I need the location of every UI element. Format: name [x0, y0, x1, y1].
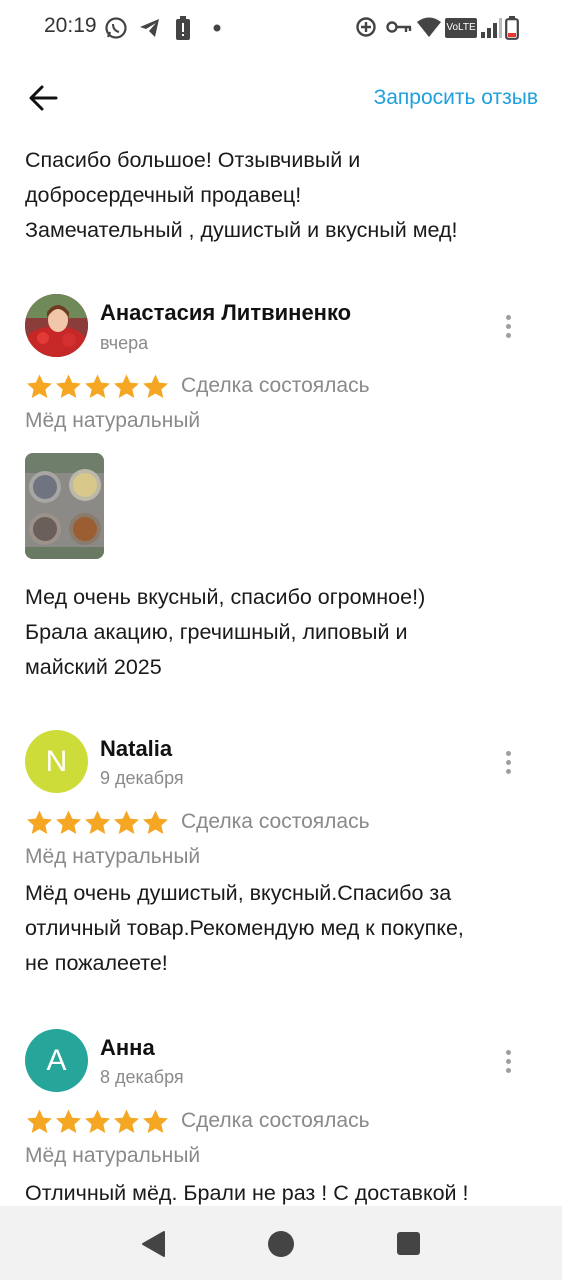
battery-saver-icon — [176, 16, 190, 40]
star-icon — [114, 810, 139, 834]
product-name: Мёд натуральный — [25, 845, 201, 868]
top-bar: Запросить отзыв — [0, 70, 562, 126]
system-nav-bar — [0, 1206, 562, 1280]
star-icon — [114, 1109, 139, 1133]
review-photo-image — [25, 453, 104, 559]
text-line: Мед очень вкусный, спасибо огромное!) — [25, 585, 426, 609]
back-button[interactable] — [26, 80, 62, 116]
star-icon — [27, 374, 52, 398]
deal-status: Сделка состоялась — [181, 374, 370, 397]
recents-square-icon[interactable] — [396, 1231, 421, 1256]
star-icon — [56, 1109, 81, 1133]
star-icon — [143, 374, 168, 398]
wifi-icon — [417, 17, 441, 37]
key-icon — [386, 21, 412, 33]
request-review-link[interactable]: Запросить отзыв — [374, 86, 538, 110]
avatar-letter: N — [45, 744, 68, 778]
review-date: 9 декабря — [100, 768, 184, 788]
text-line: Мёд очень душистый, вкусный.Спасибо за — [25, 881, 452, 905]
deal-status: Сделка состоялась — [181, 810, 370, 833]
more-options-icon[interactable] — [498, 1048, 520, 1076]
star-icon — [56, 810, 81, 834]
star-icon — [143, 1109, 168, 1133]
reviewer-name: Natalia — [100, 736, 173, 761]
dot-icon — [213, 24, 221, 32]
more-options-icon[interactable] — [498, 313, 520, 341]
back-triangle-icon[interactable] — [140, 1230, 166, 1258]
signal-icon — [481, 18, 502, 38]
star-icon — [85, 374, 110, 398]
rating-stars — [25, 809, 170, 835]
product-name: Мёд натуральный — [25, 409, 201, 432]
avatar-letter: A — [46, 1043, 67, 1077]
text-line: майский 2025 — [25, 655, 162, 679]
review-photo[interactable] — [25, 453, 104, 559]
text-line: добросердечный продавец! — [25, 183, 302, 207]
deal-status: Сделка состоялась — [181, 1109, 370, 1132]
rating-stars — [25, 1108, 170, 1134]
more-options-icon[interactable] — [498, 749, 520, 777]
text-line: Брала акацию, гречишный, липовый и — [25, 620, 408, 644]
review-date: 8 декабря — [100, 1067, 184, 1087]
review-date: вчера — [100, 333, 149, 353]
star-icon — [143, 810, 168, 834]
whatsapp-icon — [105, 17, 127, 39]
text-line: не пожалеете! — [25, 951, 168, 975]
star-icon — [27, 1109, 52, 1133]
avatar[interactable]: A — [25, 1029, 88, 1092]
star-icon — [85, 810, 110, 834]
rating-stars — [25, 373, 170, 399]
battery-icon — [505, 16, 519, 40]
avatar[interactable]: N — [25, 730, 88, 793]
avatar[interactable] — [25, 294, 88, 357]
review-text: Мед очень вкусный, спасибо огромное!) Бр… — [25, 580, 535, 685]
reviewer-name: Анна — [100, 1035, 155, 1060]
volte-icon: VoLTE — [445, 18, 477, 38]
star-icon — [114, 374, 139, 398]
reviewer-name: Анастасия Литвиненко — [100, 300, 352, 325]
text-line: Замечательный , душистый и вкусный мед! — [25, 218, 458, 242]
star-icon — [27, 810, 52, 834]
avatar-photo — [25, 294, 88, 357]
review-text: Мёд очень душистый, вкусный.Спасибо за о… — [25, 876, 535, 981]
status-bar: 20:19 VoLTE — [0, 0, 562, 56]
data-saver-icon — [356, 17, 376, 37]
telegram-icon — [140, 19, 159, 37]
star-icon — [85, 1109, 110, 1133]
home-circle-icon[interactable] — [267, 1230, 295, 1258]
text-line: Спасибо большое! Отзывчивый и — [25, 148, 361, 172]
star-icon — [56, 374, 81, 398]
status-time: 20:19 — [44, 14, 97, 37]
prev-review-text: Спасибо большое! Отзывчивый и добросерде… — [25, 143, 535, 248]
text-line: отличный товар.Рекомендую мед к покупке, — [25, 916, 464, 940]
product-name: Мёд натуральный — [25, 1144, 201, 1167]
